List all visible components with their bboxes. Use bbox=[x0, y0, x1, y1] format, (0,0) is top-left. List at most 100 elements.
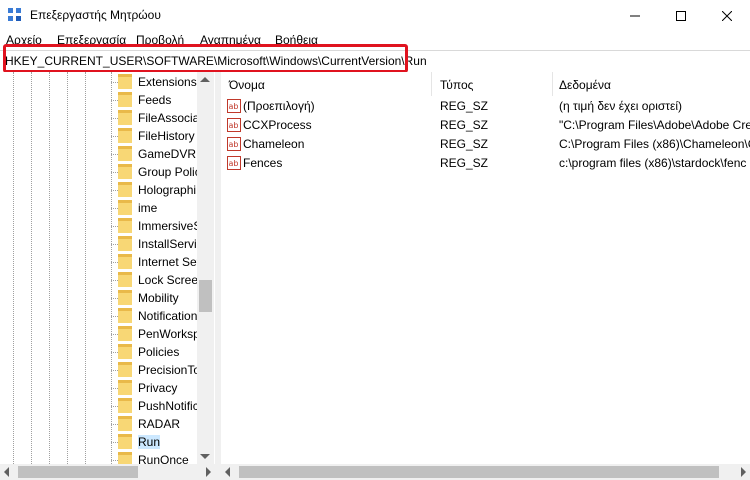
folder-icon bbox=[118, 290, 132, 305]
tree-item-label: InstallServic bbox=[138, 237, 203, 251]
tree-view: Extensions Feeds FileAssocia FileHistory… bbox=[0, 72, 215, 464]
scroll-right-icon[interactable] bbox=[741, 467, 746, 477]
string-value-icon: ab bbox=[227, 99, 241, 113]
tree-item-label: Extensions bbox=[138, 75, 197, 89]
folder-icon bbox=[118, 362, 132, 377]
tree-item[interactable]: Mobility bbox=[0, 289, 200, 307]
value-data: (η τιμή δεν έχει οριστεί) bbox=[559, 99, 683, 113]
scroll-up-icon[interactable] bbox=[200, 77, 210, 82]
folder-icon bbox=[118, 344, 132, 359]
svg-text:ab: ab bbox=[229, 159, 239, 168]
tree-item-label: RunOnce bbox=[138, 453, 189, 464]
folder-icon bbox=[118, 146, 132, 161]
scroll-thumb[interactable] bbox=[239, 466, 719, 478]
scroll-left-icon[interactable] bbox=[4, 467, 9, 477]
value-data: "C:\Program Files\Adobe\Adobe Cre bbox=[559, 118, 750, 132]
scroll-thumb[interactable] bbox=[18, 466, 138, 478]
value-name: CCXProcess bbox=[243, 118, 312, 132]
close-button[interactable] bbox=[704, 0, 750, 31]
minimize-icon bbox=[630, 15, 640, 16]
values-list: Όνομα Τύπος Δεδομένα ab (Προεπιλογή) REG… bbox=[221, 72, 750, 464]
tree-item[interactable]: FileHistory bbox=[0, 127, 200, 145]
tree-item-label: Lock Screen bbox=[138, 273, 205, 287]
tree-item[interactable]: Internet Set bbox=[0, 253, 200, 271]
scroll-thumb[interactable] bbox=[199, 280, 212, 312]
value-row[interactable]: ab Chameleon REG_SZ C:\Program Files (x8… bbox=[221, 135, 750, 154]
folder-icon bbox=[118, 416, 132, 431]
value-data: c:\program files (x86)\stardock\fenc bbox=[559, 156, 747, 170]
maximize-button[interactable] bbox=[658, 0, 704, 31]
tree-item-label: GameDVR bbox=[138, 147, 197, 161]
tree-item[interactable]: RunOnce bbox=[0, 451, 200, 464]
registry-editor-icon bbox=[8, 8, 21, 21]
tree-item-label: FileHistory bbox=[138, 129, 195, 143]
tree-item[interactable]: Privacy bbox=[0, 379, 200, 397]
tree-item-label: FileAssocia bbox=[138, 111, 200, 125]
maximize-icon bbox=[676, 10, 686, 21]
tree-item-label: ime bbox=[138, 201, 158, 215]
folder-icon bbox=[118, 128, 132, 143]
tree-item[interactable]: Notification bbox=[0, 307, 200, 325]
folder-icon bbox=[118, 254, 132, 269]
tree-item[interactable]: InstallServic bbox=[0, 235, 203, 253]
tree-item[interactable]: Group Polic bbox=[0, 163, 201, 181]
tree-item-label: RADAR bbox=[138, 417, 181, 431]
tree-item[interactable]: PenWorksp bbox=[0, 325, 200, 343]
value-row[interactable]: ab CCXProcess REG_SZ "C:\Program Files\A… bbox=[221, 116, 750, 135]
window-title: Επεξεργαστής Μητρώου bbox=[30, 8, 161, 22]
value-type: REG_SZ bbox=[440, 137, 489, 151]
tree-item-label: Privacy bbox=[138, 381, 178, 395]
tree-item[interactable]: Lock Screen bbox=[0, 271, 205, 289]
tree-item-label: Notification bbox=[138, 309, 198, 323]
svg-text:ab: ab bbox=[229, 121, 239, 130]
tree-item[interactable]: Extensions bbox=[0, 73, 200, 91]
tree-item[interactable]: PrecisionTo bbox=[0, 361, 200, 379]
folder-icon bbox=[118, 308, 132, 323]
scroll-left-icon[interactable] bbox=[225, 467, 230, 477]
tree-item-selected[interactable]: Run bbox=[0, 433, 200, 451]
value-row[interactable]: ab Fences REG_SZ c:\program files (x86)\… bbox=[221, 154, 750, 173]
folder-icon bbox=[118, 326, 132, 341]
address-highlight-box bbox=[3, 44, 408, 73]
folder-icon bbox=[118, 452, 132, 464]
tree-item-label: Internet Set bbox=[138, 255, 201, 269]
tree-item[interactable]: RADAR bbox=[0, 415, 200, 433]
tree-horizontal-scrollbar[interactable] bbox=[0, 464, 215, 480]
folder-icon bbox=[118, 236, 132, 251]
scroll-right-icon[interactable] bbox=[206, 467, 211, 477]
folder-icon bbox=[118, 92, 132, 107]
value-type: REG_SZ bbox=[440, 118, 489, 132]
tree-item[interactable]: Policies bbox=[0, 343, 200, 361]
tree-vertical-scrollbar[interactable] bbox=[197, 72, 214, 464]
list-horizontal-scrollbar[interactable] bbox=[221, 464, 750, 480]
tree-item-label: Holographi bbox=[138, 183, 197, 197]
value-type: REG_SZ bbox=[440, 156, 489, 170]
scroll-down-icon[interactable] bbox=[200, 454, 210, 459]
svg-text:ab: ab bbox=[229, 140, 239, 149]
folder-icon bbox=[118, 182, 132, 197]
tree-item[interactable]: FileAssocia bbox=[0, 109, 200, 127]
string-value-icon: ab bbox=[227, 156, 241, 170]
svg-text:ab: ab bbox=[229, 102, 239, 111]
close-icon bbox=[722, 10, 732, 21]
column-header-name[interactable]: Όνομα bbox=[221, 72, 431, 96]
folder-icon bbox=[118, 272, 132, 287]
minimize-button[interactable] bbox=[612, 0, 658, 31]
folder-icon bbox=[118, 164, 132, 179]
folder-icon bbox=[118, 398, 132, 413]
tree-item[interactable]: Feeds bbox=[0, 91, 200, 109]
value-row[interactable]: ab (Προεπιλογή) REG_SZ (η τιμή δεν έχει … bbox=[221, 97, 750, 116]
tree-item-label: Mobility bbox=[138, 291, 179, 305]
column-header-data[interactable]: Δεδομένα bbox=[553, 72, 750, 96]
tree-item[interactable]: GameDVR bbox=[0, 145, 200, 163]
folder-icon bbox=[118, 200, 132, 215]
tree-item[interactable]: PushNotific bbox=[0, 397, 200, 415]
folder-icon bbox=[118, 218, 132, 233]
tree-item[interactable]: ImmersiveS bbox=[0, 217, 201, 235]
tree-item[interactable]: ime bbox=[0, 199, 200, 217]
column-header-type[interactable]: Τύπος bbox=[432, 72, 552, 96]
folder-open-icon bbox=[118, 434, 132, 449]
folder-icon bbox=[118, 380, 132, 395]
tree-item[interactable]: Holographi bbox=[0, 181, 200, 199]
value-data: C:\Program Files (x86)\Chameleon\C bbox=[559, 137, 750, 151]
